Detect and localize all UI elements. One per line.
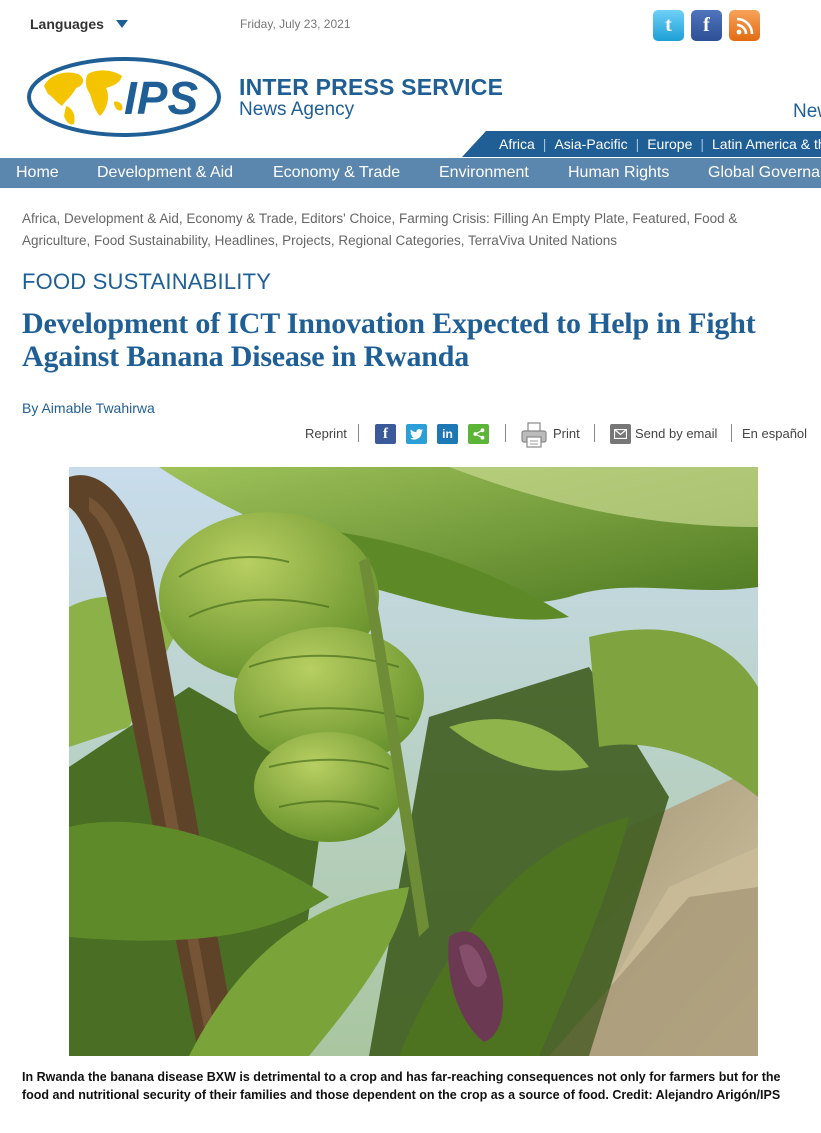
languages-label: Languages [30,16,104,32]
nav-environment[interactable]: Environment [439,164,529,182]
region-asia-pacific[interactable]: Asia-Pacific [554,136,627,152]
twitter-icon[interactable]: t [653,10,684,41]
nav-development-aid[interactable]: Development & Aid [97,164,233,182]
article-photo [69,467,758,1056]
region-separator: | [700,136,705,152]
tools-separator [594,424,595,442]
tools-separator [358,424,359,442]
logo-text: IPS [124,72,198,124]
tools-separator [505,424,506,442]
region-africa[interactable]: Africa [499,136,535,152]
article-tools: Reprint f in Print Send by email En espa… [0,422,821,448]
article-headline: Development of ICT Innovation Expected t… [22,307,756,373]
social-links: t f [653,10,760,41]
facebook-icon[interactable]: f [375,424,396,444]
brand-name: INTER PRESS SERVICE [239,74,504,100]
print-link[interactable]: Print [553,426,580,441]
tools-separator [731,424,732,442]
region-separator: | [542,136,547,152]
send-by-email-link[interactable]: Send by email [635,426,717,441]
brand-tagline: News Agency [239,99,355,120]
region-europe[interactable]: Europe [647,136,692,152]
twitter-icon[interactable] [406,424,427,444]
article-byline[interactable]: By Aimable Twahirwa [22,400,155,416]
linkedin-icon[interactable]: in [437,424,458,444]
languages-dropdown[interactable]: Languages [30,16,128,32]
printer-icon[interactable] [521,422,548,448]
email-icon[interactable] [610,424,631,444]
caret-down-icon [115,20,128,28]
nav-global-governance[interactable]: Global Governa [708,164,820,182]
nav-economy-trade[interactable]: Economy & Trade [273,164,400,182]
spanish-version-link[interactable]: En español [742,426,807,441]
region-menu: Africa | Asia-Pacific | Europe | Latin A… [462,131,821,157]
news-link-cut[interactable]: New [793,101,821,123]
photo-caption: In Rwanda the banana disease BXW is detr… [22,1070,781,1102]
current-date: Friday, July 23, 2021 [240,17,351,31]
region-latin-america[interactable]: Latin America & the [712,136,821,152]
main-nav: Home Development & Aid Economy & Trade E… [0,158,821,188]
nav-home[interactable]: Home [16,164,59,182]
share-icon[interactable] [468,424,489,444]
nav-human-rights[interactable]: Human Rights [568,164,669,182]
section-title[interactable]: FOOD SUSTAINABILITY [22,269,271,295]
facebook-icon[interactable]: f [691,10,722,41]
rss-icon[interactable] [729,10,760,41]
category-links[interactable]: Africa, Development & Aid, Economy & Tra… [22,208,782,252]
reprint-link[interactable]: Reprint [305,426,347,441]
ips-logo[interactable]: IPS [26,56,222,138]
region-separator: | [635,136,640,152]
